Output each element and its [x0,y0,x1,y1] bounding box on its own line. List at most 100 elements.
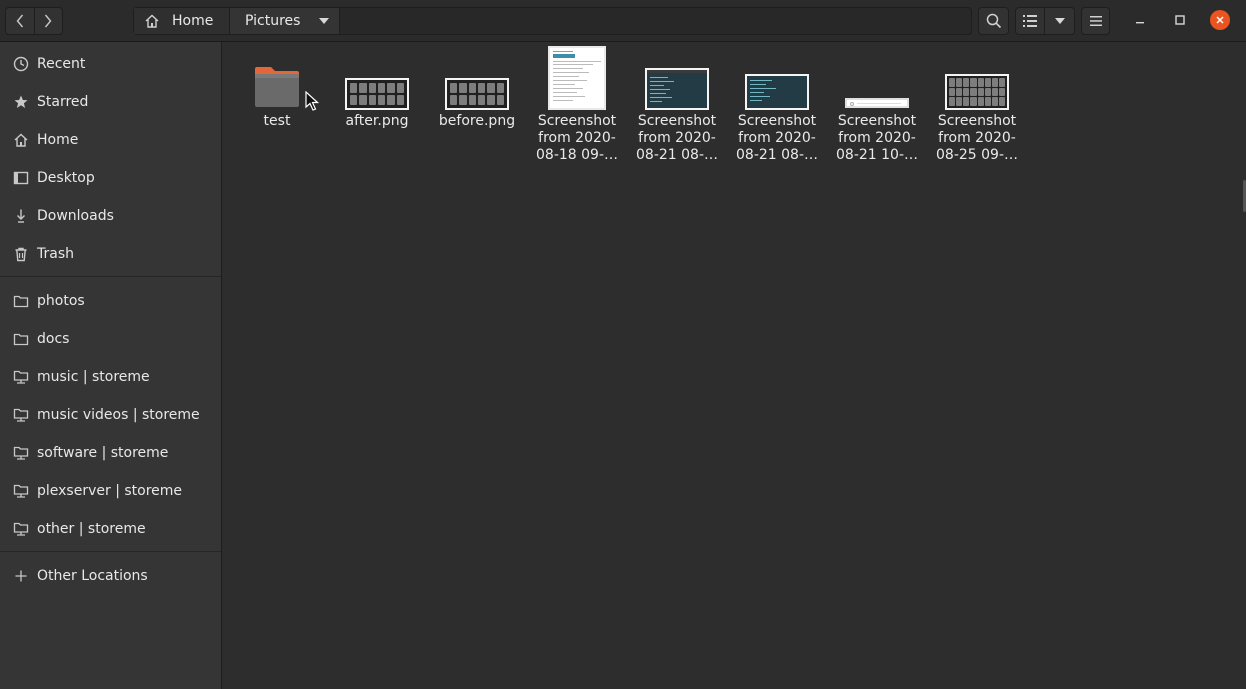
maximize-button[interactable] [1170,10,1190,30]
search-button[interactable] [978,7,1009,35]
breadcrumb-pictures[interactable]: Pictures [230,8,340,34]
file-name: Screenshot from 2020-08-25 09-… [936,113,1018,163]
sidebar-item-music-videos-storeme[interactable]: music videos | storeme [0,398,221,432]
file-name: after.png [345,113,409,129]
mouse-cursor-icon [305,91,319,111]
sidebar-item-starred[interactable]: Starred [0,85,221,119]
file-item-screenshot[interactable]: Screenshot from 2020-08-21 08-… [629,42,725,164]
sidebar-item-label: plexserver | storeme [37,483,183,499]
sidebar-item-label: Downloads [37,208,114,224]
header-bar: Home Pictures [0,0,1246,42]
minimize-icon [1136,22,1144,24]
sidebar-item-label: Trash [37,246,74,262]
close-button[interactable] [1210,10,1230,30]
hamburger-menu-icon [1089,16,1102,26]
chevron-right-icon [45,14,52,28]
file-grid: test after.png before.png Screenshot fro… [223,42,1246,689]
network-folder-icon [12,368,30,386]
image-thumbnail [529,42,625,110]
image-preview [445,78,509,110]
file-name: test [263,113,291,129]
plus-icon [12,567,30,585]
sidebar-item-label: Recent [37,56,86,72]
view-options-button[interactable] [1045,8,1074,34]
image-thumbnail [729,42,825,110]
image-preview [845,98,909,108]
folder-thumbnail [229,42,325,111]
folder-icon [12,330,30,348]
search-icon [986,13,1001,29]
main-menu-button[interactable] [1081,7,1110,35]
sidebar-item-label: Desktop [37,170,95,186]
sidebar-item-desktop[interactable]: Desktop [0,161,221,195]
download-icon [12,207,30,225]
image-thumbnail [629,42,725,110]
sidebar-item-plexserver-storeme[interactable]: plexserver | storeme [0,474,221,508]
chevron-down-icon [319,18,329,24]
image-preview [345,78,409,110]
sidebar-item-photos[interactable]: photos [0,284,221,318]
sidebar-item-other-locations[interactable]: Other Locations [0,559,221,593]
maximize-icon [1175,15,1185,25]
sidebar-item-recent[interactable]: Recent [0,47,221,81]
sidebar-item-label: docs [37,331,70,347]
folder-icon [12,292,30,310]
file-name: before.png [438,113,516,129]
sidebar-item-label: photos [37,293,85,309]
sidebar-item-other-storeme[interactable]: other | storeme [0,512,221,546]
file-item-test[interactable]: test [229,42,325,130]
breadcrumb-home-label: Home [172,13,214,29]
clock-icon [12,55,30,73]
file-item-after-png[interactable]: after.png [329,42,425,130]
chevron-left-icon [16,14,24,28]
folder-icon [255,67,299,107]
image-preview [645,68,709,110]
file-item-before-png[interactable]: before.png [429,42,525,130]
trash-icon [12,245,30,263]
star-icon [12,93,30,111]
sidebar-item-label: Home [37,132,79,148]
home-icon [12,131,30,149]
sidebar-divider [0,276,221,277]
network-folder-icon [12,482,30,500]
file-item-screenshot[interactable]: Screenshot from 2020-08-21 08-… [729,42,825,164]
sidebar-divider [0,551,221,552]
desktop-icon [12,169,30,187]
navigation-buttons [5,7,63,35]
sidebar-item-trash[interactable]: Trash [0,237,221,271]
sidebar-item-label: Starred [37,94,89,110]
image-thumbnail [329,42,425,110]
breadcrumb-home[interactable]: Home [134,8,230,34]
image-thumbnail [429,42,525,110]
image-thumbnail [929,42,1025,110]
file-item-screenshot[interactable]: Screenshot from 2020-08-25 09-… [929,42,1025,164]
forward-button[interactable] [33,8,62,34]
file-name: Screenshot from 2020-08-18 09-… [536,113,618,163]
back-button[interactable] [6,8,34,34]
sidebar-item-label: music | storeme [37,369,150,385]
network-folder-icon [12,406,30,424]
close-icon [1216,16,1224,24]
sidebar-item-music-storeme[interactable]: music | storeme [0,360,221,394]
image-preview [945,74,1009,110]
file-item-screenshot[interactable]: Screenshot from 2020-08-18 09-… [529,42,625,164]
sidebar-item-downloads[interactable]: Downloads [0,199,221,233]
file-name: Screenshot from 2020-08-21 10-… [836,113,918,163]
minimize-button[interactable] [1130,10,1150,30]
sidebar-item-label: software | storeme [37,445,169,461]
list-view-button[interactable] [1016,8,1045,34]
sidebar-item-label: other | storeme [37,521,146,537]
sidebar-item-label: music videos | storeme [37,407,200,423]
sidebar-item-docs[interactable]: docs [0,322,221,356]
image-preview [745,74,809,110]
image-preview [548,46,606,110]
list-view-icon [1023,15,1037,27]
file-name: Screenshot from 2020-08-21 08-… [636,113,718,163]
file-item-screenshot[interactable]: Screenshot from 2020-08-21 10-… [829,42,925,164]
sidebar-item-home[interactable]: Home [0,123,221,157]
view-toggle-group [1015,7,1075,35]
breadcrumb: Home Pictures [133,7,972,35]
network-folder-icon [12,520,30,538]
sidebar-item-software-storeme[interactable]: software | storeme [0,436,221,470]
breadcrumb-pictures-label: Pictures [245,13,301,29]
